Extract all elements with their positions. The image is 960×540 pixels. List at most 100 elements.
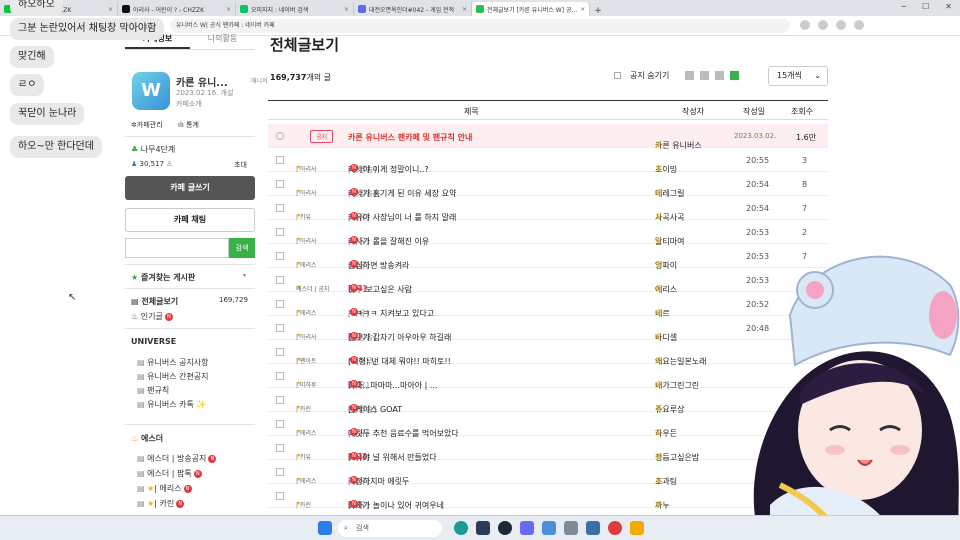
- divider: [125, 136, 255, 137]
- table-row[interactable]: ★ | 아리사 [생방송] 리사야 이게 정말이니..? N 초이밍 ♛ 20:5…: [268, 148, 828, 174]
- row-checkbox[interactable]: [276, 492, 284, 500]
- row-views: 2: [802, 228, 808, 237]
- hide-notice-checkbox[interactable]: [614, 72, 621, 79]
- cafe-intro-link[interactable]: 카페소개: [176, 99, 202, 109]
- board-link[interactable]: ▤ 팬규칙: [137, 385, 169, 396]
- extension-icon[interactable]: [800, 20, 810, 30]
- board-icon: ▤: [137, 386, 145, 395]
- windows-start-icon[interactable]: [318, 521, 332, 535]
- row-checkbox[interactable]: [276, 444, 284, 452]
- app-icon[interactable]: [564, 521, 578, 535]
- grid-view-icon[interactable]: [715, 71, 725, 80]
- row-checkbox[interactable]: [276, 396, 284, 404]
- row-checkbox[interactable]: [276, 228, 284, 236]
- new-badge-icon: N: [176, 499, 185, 508]
- url-field[interactable]: 유니버스 W| 공식 팬카페 : 네이버 카페: [170, 19, 790, 33]
- row-checkbox[interactable]: [276, 156, 284, 164]
- table-row[interactable]: ★ | 키유 [자유] 키유야 사장님이 너 룰 하지 말래 N 사곡사곡 ♛ 2…: [268, 196, 828, 222]
- close-icon[interactable]: ✕: [945, 2, 952, 11]
- new-badge-icon: N: [350, 284, 358, 292]
- new-badge-icon: N: [350, 500, 358, 508]
- close-tab-icon[interactable]: ×: [108, 6, 113, 13]
- browser-tab[interactable]: 대전오면옥인더#042 - 게임 전적 ×: [354, 2, 472, 16]
- cafe-write-button[interactable]: 카페 글쓰기: [125, 176, 255, 200]
- board-link[interactable]: ▤ 유니버스 공지사항: [137, 357, 209, 368]
- new-badge-icon: N: [350, 476, 358, 484]
- board-all-posts[interactable]: ▤ 전체글보기: [131, 296, 178, 307]
- chevron-down-icon[interactable]: ▾: [243, 272, 246, 279]
- board-link[interactable]: ▤ 에스더 | 방송공지 N: [137, 453, 217, 464]
- hide-notice-label[interactable]: 공지 숨기기: [630, 70, 669, 81]
- steam-icon[interactable]: [498, 521, 512, 535]
- row-checkbox[interactable]: [276, 204, 284, 212]
- row-date: 20:53: [746, 228, 770, 237]
- app-icon[interactable]: [476, 521, 490, 535]
- invite-link[interactable]: 초대: [234, 160, 247, 170]
- cafe-created-date: 2023.02.16. 개설: [176, 89, 234, 97]
- table-row[interactable]: ★ | 아리사 [자유] 리사가 롤을 잘해진 이유 N 말티마여 ♛ 20:53…: [268, 220, 828, 246]
- close-tab-icon[interactable]: ×: [226, 6, 231, 13]
- header-title: 제목: [464, 107, 479, 116]
- members-icon: ♟: [131, 160, 138, 168]
- discord-icon[interactable]: [520, 521, 534, 535]
- fav-boards-header[interactable]: ★ 즐겨찾는 게시판: [131, 272, 195, 283]
- notice-row[interactable]: 공지 카른 유니버스 팬카페 및 팬규칙 안내 카른 유니버스 ♛ 2023.03…: [268, 124, 828, 150]
- album-view-icon[interactable]: [685, 71, 695, 80]
- cafe-manage-link[interactable]: ✲카페관리: [131, 120, 163, 130]
- app-icon[interactable]: [608, 521, 622, 535]
- board-link[interactable]: ▤ ★| 에리스 N: [137, 483, 192, 494]
- browser-tab[interactable]: 아리사 - 어린이 ? - CHZZK ×: [118, 2, 236, 16]
- new-badge-icon: N: [183, 484, 192, 493]
- close-tab-icon[interactable]: ×: [462, 6, 467, 13]
- cafe-chat-button[interactable]: 카페 채팅: [125, 208, 255, 232]
- row-checkbox[interactable]: [276, 348, 284, 356]
- row-checkbox[interactable]: [276, 132, 284, 140]
- board-link[interactable]: ▤ 유니버스 카톡 ✨: [137, 399, 206, 410]
- row-checkbox[interactable]: [276, 252, 284, 260]
- taskbar-search[interactable]: ⌕ 검색: [338, 520, 442, 537]
- profile-icon[interactable]: [854, 20, 864, 30]
- app-icon[interactable]: [586, 521, 600, 535]
- cafe-stats-link[interactable]: ılı 통계: [178, 120, 199, 130]
- row-checkbox[interactable]: [276, 300, 284, 308]
- new-tab-icon[interactable]: +: [590, 6, 606, 16]
- chat-bubble: 맞긴해: [10, 46, 54, 68]
- card-view-icon[interactable]: [700, 71, 710, 80]
- table-row[interactable]: ★ | 아리사 [생방송] 리사가 홈기게 된 이유 세장 요약 N 데레그릴 ♛…: [268, 172, 828, 198]
- cafe-search-button[interactable]: 검색: [229, 238, 255, 258]
- row-checkbox[interactable]: [276, 420, 284, 428]
- tab-my-activity[interactable]: 나의활동: [190, 28, 255, 49]
- edge-icon[interactable]: [454, 521, 468, 535]
- board-link[interactable]: ▤ 유니버스 간편공지: [137, 371, 209, 382]
- row-date: 20:54: [746, 180, 770, 189]
- close-tab-icon[interactable]: ×: [580, 6, 585, 13]
- notice-title[interactable]: 카른 유니버스 팬카페 및 팬규칙 안내: [348, 132, 472, 143]
- row-checkbox[interactable]: [276, 180, 284, 188]
- browser-tab-bar: 아리사 채널 - CHZZK×아리사 - 어린이 ? - CHZZK×오피지지 …: [0, 0, 960, 16]
- extension-icon[interactable]: [836, 20, 846, 30]
- browser-tab[interactable]: 전체글보기 [카른 유니버스 W] 공... ×: [472, 2, 590, 16]
- browser-tab[interactable]: 오피지지 : 네이버 검색 ×: [236, 2, 354, 16]
- header-author: 작성자: [682, 107, 705, 116]
- maximize-icon[interactable]: ☐: [922, 2, 929, 11]
- row-checkbox[interactable]: [276, 324, 284, 332]
- minimize-icon[interactable]: ─: [901, 2, 906, 11]
- list-view-icon[interactable]: [730, 71, 740, 80]
- row-checkbox[interactable]: [276, 372, 284, 380]
- flame-icon: ♨: [131, 434, 139, 443]
- row-date: 20:55: [746, 156, 770, 165]
- board-popular[interactable]: ♨ 인기글 N: [131, 311, 173, 322]
- board-link[interactable]: ▤ ★| 카린 N: [137, 498, 185, 509]
- manager-label: 매니저: [251, 78, 268, 85]
- row-checkbox[interactable]: [276, 468, 284, 476]
- explorer-icon[interactable]: [630, 521, 644, 535]
- close-tab-icon[interactable]: ×: [344, 6, 349, 13]
- cafe-name[interactable]: 카른 유니...: [176, 74, 228, 89]
- cafe-search-input[interactable]: [125, 238, 229, 258]
- per-page-select[interactable]: 15개씩 ⌄: [768, 66, 828, 86]
- new-badge-icon: N: [350, 236, 358, 244]
- app-icon[interactable]: [542, 521, 556, 535]
- row-checkbox[interactable]: [276, 276, 284, 284]
- board-link[interactable]: ▤ 에스더 | 팝톡 N: [137, 468, 202, 479]
- extension-icon[interactable]: [818, 20, 828, 30]
